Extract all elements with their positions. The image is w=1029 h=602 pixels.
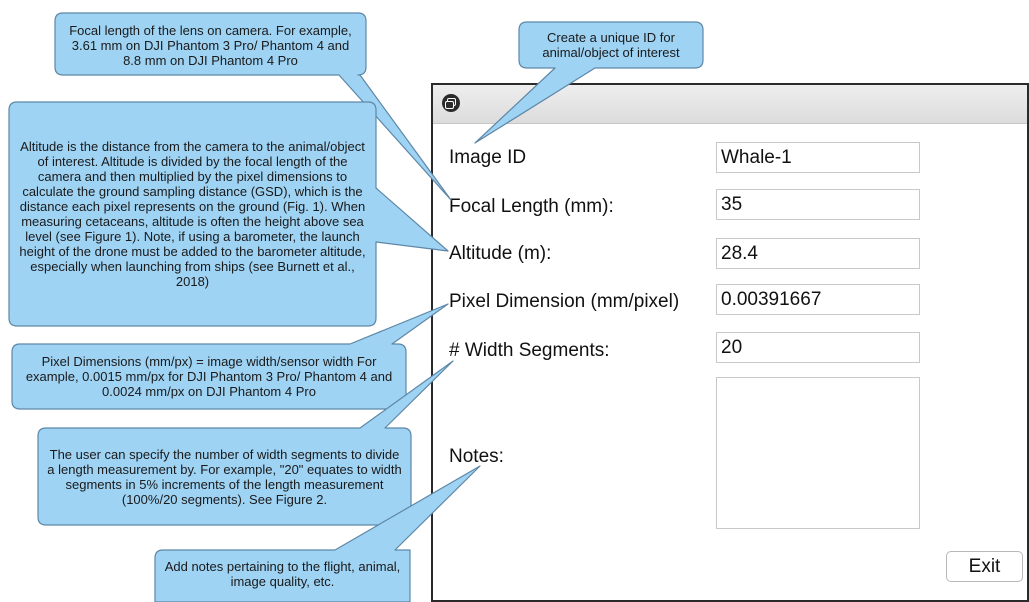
app-window: Image ID Whale-1 Focal Length (mm): 35 A… [431,83,1029,602]
callout-focal-length-text: Focal length of the lens on camera. For … [69,22,352,68]
notes-textarea[interactable] [716,377,920,529]
focal-length-input[interactable]: 35 [716,189,920,220]
callout-width-segments-text: The user can specify the number of width… [47,446,402,507]
callout-pixel-dimensions-text: Pixel Dimensions (mm/px) = image width/s… [25,354,393,399]
image-id-label: Image ID [449,147,527,168]
window-titlebar[interactable] [433,85,1027,124]
pixel-dimension-input[interactable]: 0.00391667 [716,284,920,315]
altitude-label: Altitude (m): [449,243,552,264]
callout-altitude-text: Altitude is the distance from the camera… [19,139,366,289]
notes-label: Notes: [449,446,504,467]
width-segments-label: # Width Segments: [449,340,610,361]
pixel-dimension-label: Pixel Dimension (mm/pixel) [449,291,680,312]
exit-button[interactable]: Exit [946,551,1023,582]
focal-length-label: Focal Length (mm): [449,196,614,217]
altitude-input[interactable]: 28.4 [716,238,920,269]
callout-image-id-text: Create a unique ID for animal/object of … [542,30,680,60]
window-app-icon[interactable] [442,94,460,112]
callout-notes-text: Add notes pertaining to the flight, anim… [164,559,401,589]
width-segments-input[interactable]: 20 [716,332,920,363]
image-id-input[interactable]: Whale-1 [716,142,920,173]
